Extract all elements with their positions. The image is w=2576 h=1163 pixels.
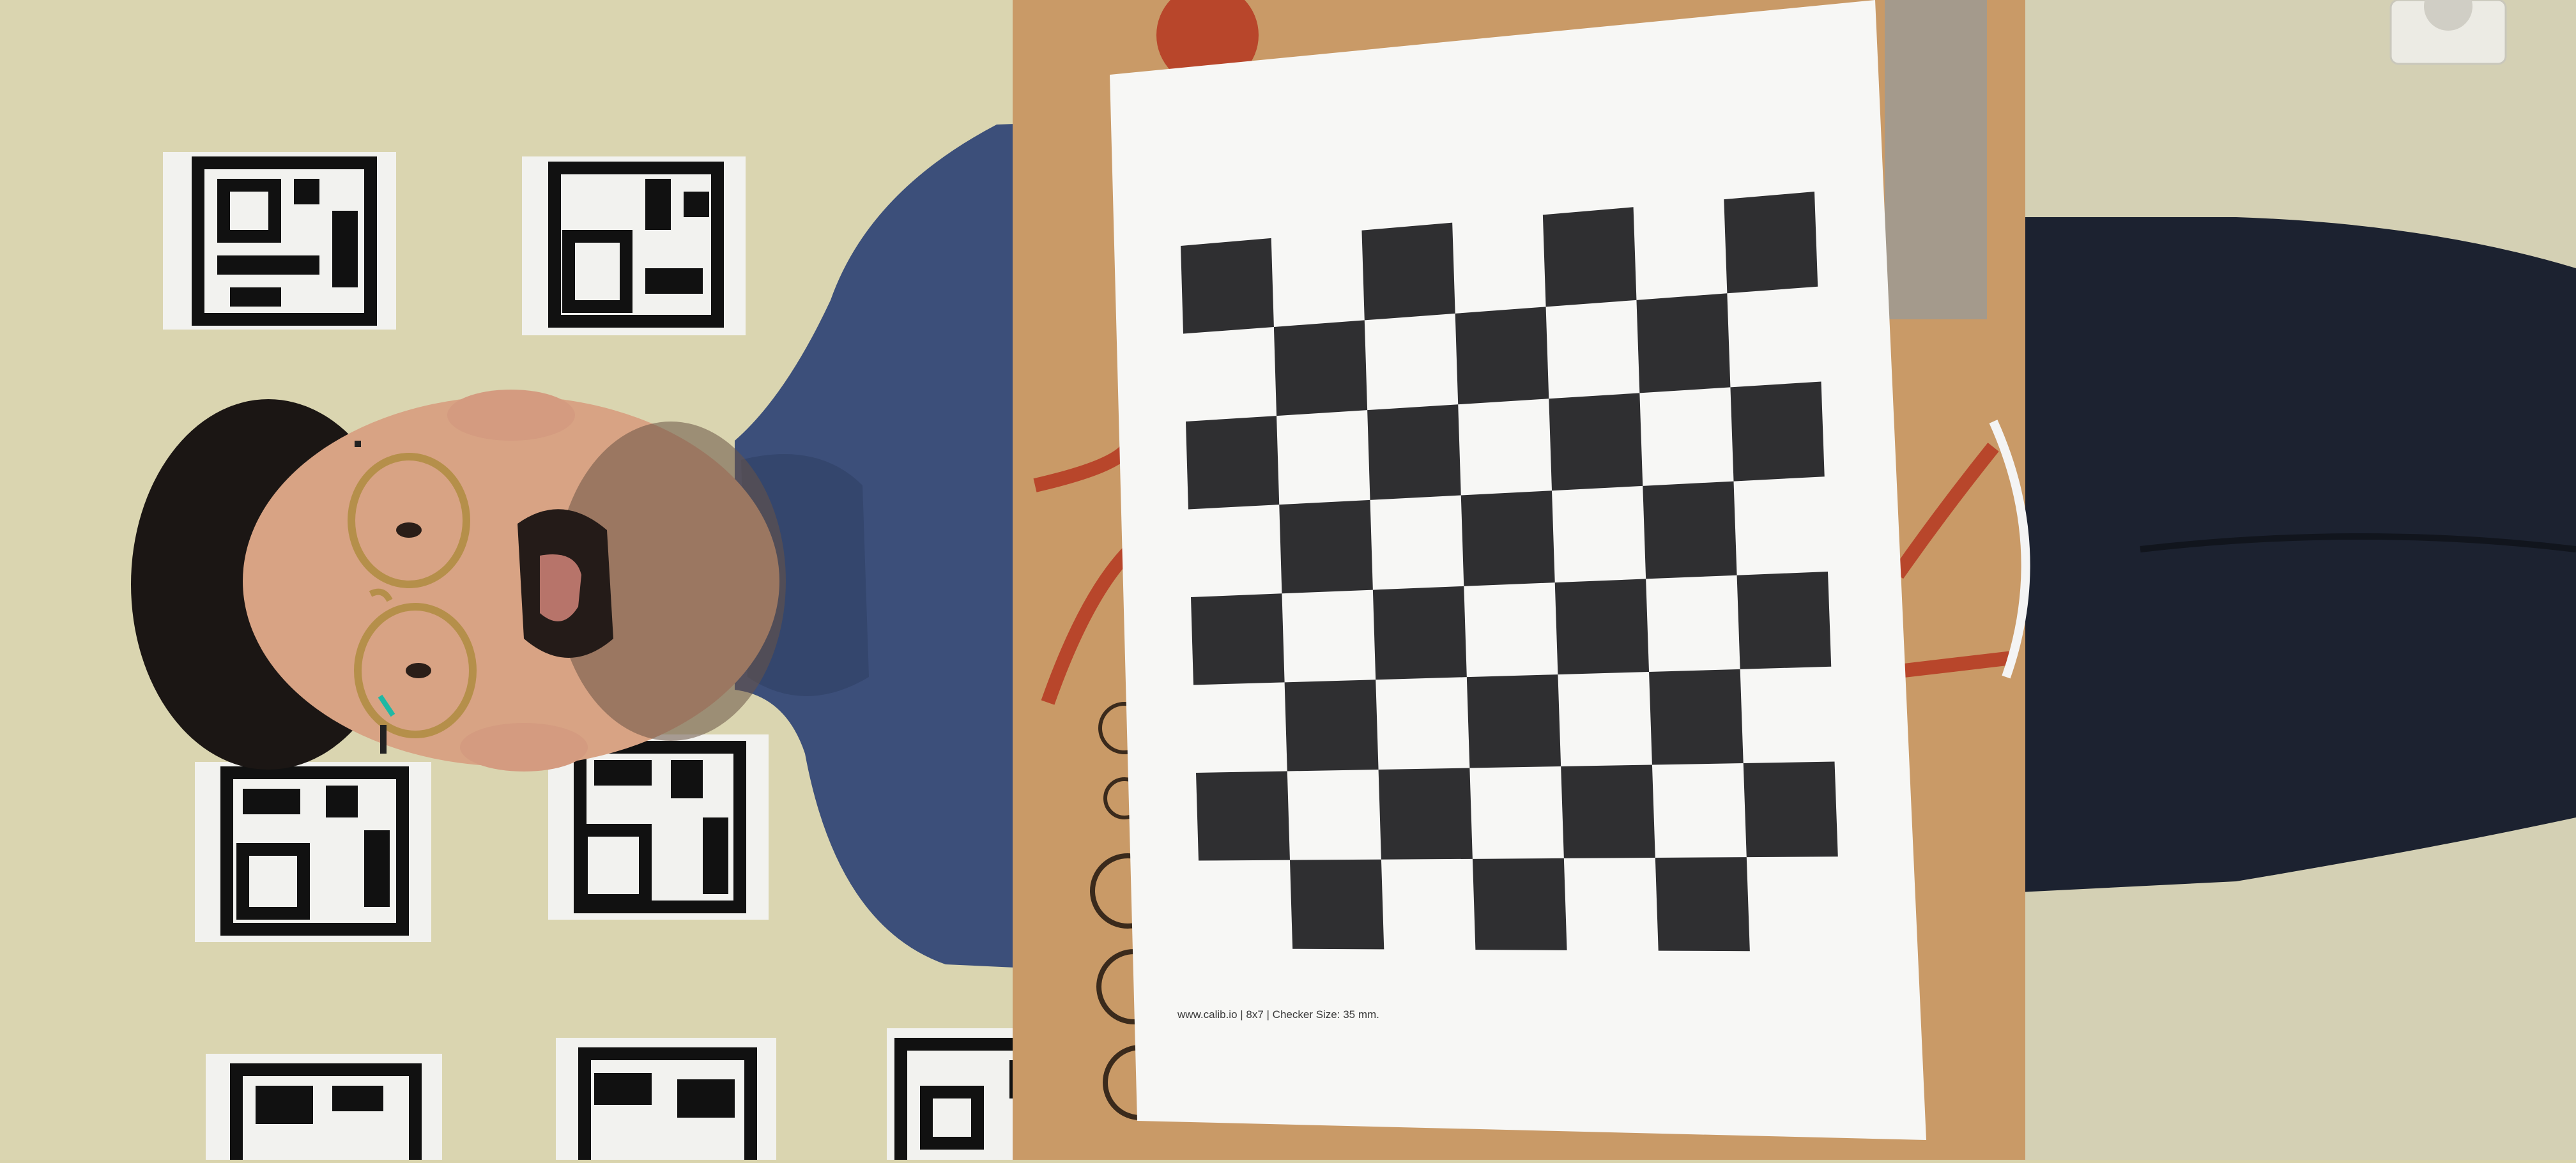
checker-square	[1655, 857, 1750, 952]
ear	[460, 723, 588, 772]
checker-square	[1361, 222, 1455, 321]
qr-paper	[522, 156, 746, 335]
eye	[396, 522, 422, 538]
checker-square	[1561, 764, 1655, 858]
checker-square	[1636, 293, 1731, 393]
checker-square	[1724, 192, 1818, 294]
qr-paper	[556, 1038, 776, 1160]
checker-square	[1472, 858, 1567, 950]
checker-square	[1730, 381, 1825, 482]
checker-square	[1367, 404, 1461, 500]
checker-square	[1289, 859, 1384, 950]
checker-square	[1549, 393, 1643, 491]
qr-paper	[548, 734, 769, 920]
person-head	[131, 390, 786, 772]
scene-svg	[0, 0, 2576, 1160]
checker-square	[1643, 481, 1737, 579]
checker-square	[1378, 768, 1473, 860]
checker-square	[1196, 771, 1290, 861]
trousers	[1981, 217, 2576, 894]
checker-square	[1191, 593, 1285, 685]
calibration-caption: www.calib.io | 8x7 | Checker Size: 35 mm…	[1177, 1008, 1379, 1021]
eye	[406, 663, 431, 678]
photo-scene: www.calib.io | 8x7 | Checker Size: 35 mm…	[0, 0, 2576, 1160]
checker-square	[1279, 499, 1373, 594]
checker-square	[1284, 680, 1379, 772]
checker-square	[1460, 490, 1555, 586]
ear	[447, 390, 575, 441]
checker-square	[1466, 674, 1561, 768]
power-outlet-icon	[2389, 0, 2507, 65]
checker-square	[1743, 761, 1838, 858]
qr-paper	[195, 762, 431, 942]
checker-square	[1181, 238, 1274, 334]
qr-paper	[163, 152, 396, 330]
checker-square	[1186, 416, 1280, 510]
checker-square	[1273, 320, 1368, 416]
qr-paper	[206, 1054, 442, 1160]
checker-square	[1455, 307, 1549, 405]
checker-square	[1372, 586, 1467, 680]
calibration-target	[1110, 0, 1926, 1140]
checker-square	[1554, 579, 1650, 675]
checker-square	[1649, 669, 1744, 765]
checker-square	[1736, 572, 1832, 669]
checker-square	[1542, 207, 1637, 307]
